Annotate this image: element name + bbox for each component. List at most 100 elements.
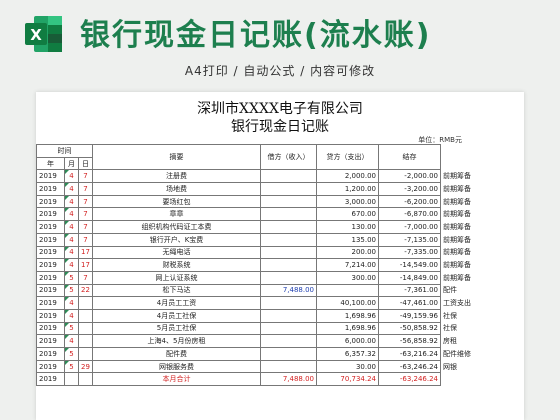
cell-summary[interactable]: 4月员工工资 <box>92 296 261 310</box>
summary-balance[interactable]: -63,246.24 <box>378 372 441 387</box>
table-row[interactable]: 2019 5 29 网银服务费 30.00 -63,246.24 网银 <box>36 359 481 374</box>
cell-year[interactable]: 2019 <box>36 334 65 348</box>
table-row[interactable]: 2019 4 7 注册费 2,000.00 -2,000.00 前期筹备 <box>36 169 481 184</box>
table-row[interactable]: 2019 4 4月员工工资 40,100.00 -47,461.00 工资支出 <box>36 296 481 310</box>
table-row[interactable]: 2019 4 7 银行开户、K宝费 135.00 -7,135.00 前期筹备 <box>36 232 481 247</box>
table-row[interactable]: 2019 4 7 章章 670.00 -6,870.00 前期筹备 <box>36 207 481 222</box>
cell-month[interactable]: 4 <box>64 334 79 348</box>
cell-balance[interactable]: -14,549.00 <box>378 258 441 272</box>
cell-year[interactable]: 2019 <box>36 182 65 196</box>
cell-day[interactable]: 7 <box>78 182 93 196</box>
cell-debit[interactable] <box>260 296 317 310</box>
cell-summary[interactable]: 上海4、5月份房租 <box>92 334 261 348</box>
cell-balance[interactable]: -3,200.00 <box>378 182 441 196</box>
cell-summary[interactable]: 5月员工社保 <box>92 321 261 336</box>
summary-day[interactable] <box>78 372 93 387</box>
cell-debit[interactable] <box>260 169 317 184</box>
cell-day[interactable] <box>78 321 93 336</box>
cell-credit[interactable]: 3,000.00 <box>316 194 379 209</box>
cell-year[interactable]: 2019 <box>36 308 65 323</box>
cell-year[interactable]: 2019 <box>36 220 65 234</box>
cell-year[interactable]: 2019 <box>36 169 65 184</box>
table-row[interactable]: 2019 5 5月员工社保 1,698.96 -50,858.92 社保 <box>36 321 481 336</box>
cell-year[interactable]: 2019 <box>36 194 65 209</box>
cell-month[interactable]: 5 <box>64 347 79 361</box>
cell-summary[interactable]: 无绳电话 <box>92 245 261 260</box>
cell-month[interactable]: 5 <box>64 283 79 298</box>
cell-day[interactable] <box>78 308 93 323</box>
cell-debit[interactable] <box>260 232 317 247</box>
cell-year[interactable]: 2019 <box>36 258 65 272</box>
cell-summary[interactable]: 网上认证系统 <box>92 270 261 285</box>
cell-balance[interactable]: -7,000.00 <box>378 220 441 234</box>
cell-day[interactable]: 22 <box>78 283 93 298</box>
cell-month[interactable]: 4 <box>64 258 79 272</box>
cell-credit[interactable]: 135.00 <box>316 232 379 247</box>
cell-credit[interactable]: 40,100.00 <box>316 296 379 310</box>
cell-credit[interactable]: 7,214.00 <box>316 258 379 272</box>
cell-credit[interactable]: 300.00 <box>316 270 379 285</box>
cell-summary[interactable]: 场地费 <box>92 182 261 196</box>
cell-balance[interactable]: -63,216.24 <box>378 347 441 361</box>
cell-balance[interactable]: -6,200.00 <box>378 194 441 209</box>
cell-balance[interactable]: -47,461.00 <box>378 296 441 310</box>
cell-summary[interactable]: 要场红包 <box>92 194 261 209</box>
cell-debit[interactable] <box>260 347 317 361</box>
cell-month[interactable]: 4 <box>64 296 79 310</box>
summary-row[interactable]: 2019 本月合计 7,488.00 70,734.24 -63,246.24 <box>36 372 481 387</box>
cell-month[interactable]: 4 <box>64 245 79 260</box>
summary-credit[interactable]: 70,734.24 <box>316 372 379 387</box>
table-row[interactable]: 2019 4 4月员工社保 1,698.96 -49,159.96 社保 <box>36 308 481 323</box>
cell-credit[interactable]: 1,698.96 <box>316 321 379 336</box>
cell-month[interactable]: 4 <box>64 220 79 234</box>
cell-debit[interactable] <box>260 245 317 260</box>
cell-summary[interactable]: 银行开户、K宝费 <box>92 232 261 247</box>
cell-balance[interactable]: -14,849.00 <box>378 270 441 285</box>
cell-credit[interactable]: 670.00 <box>316 207 379 222</box>
cell-debit[interactable] <box>260 182 317 196</box>
cell-year[interactable]: 2019 <box>36 207 65 222</box>
cell-credit[interactable] <box>316 283 379 298</box>
cell-month[interactable]: 4 <box>64 169 79 184</box>
cell-summary[interactable]: 注册费 <box>92 169 261 184</box>
table-row[interactable]: 2019 4 7 组织机构代码证工本费 130.00 -7,000.00 前期筹备 <box>36 220 481 234</box>
table-row[interactable]: 2019 5 配件费 6,357.32 -63,216.24 配件维修 <box>36 347 481 361</box>
cell-month[interactable]: 4 <box>64 308 79 323</box>
cell-summary[interactable]: 财税系统 <box>92 258 261 272</box>
cell-day[interactable]: 7 <box>78 270 93 285</box>
cell-day[interactable]: 7 <box>78 232 93 247</box>
cell-credit[interactable]: 1,698.96 <box>316 308 379 323</box>
cell-day[interactable]: 7 <box>78 194 93 209</box>
cell-balance[interactable]: -49,159.96 <box>378 308 441 323</box>
summary-year[interactable]: 2019 <box>36 372 65 387</box>
cell-year[interactable]: 2019 <box>36 296 65 310</box>
cell-day[interactable]: 29 <box>78 359 93 374</box>
cell-year[interactable]: 2019 <box>36 321 65 336</box>
cell-credit[interactable]: 200.00 <box>316 245 379 260</box>
cell-credit[interactable]: 130.00 <box>316 220 379 234</box>
cell-balance[interactable]: -50,858.92 <box>378 321 441 336</box>
cell-credit[interactable]: 30.00 <box>316 359 379 374</box>
cell-summary[interactable]: 配件费 <box>92 347 261 361</box>
cell-year[interactable]: 2019 <box>36 270 65 285</box>
cell-debit[interactable] <box>260 321 317 336</box>
cell-debit[interactable] <box>260 308 317 323</box>
cell-debit[interactable] <box>260 258 317 272</box>
table-row[interactable]: 2019 4 7 场地费 1,200.00 -3,200.00 前期筹备 <box>36 182 481 196</box>
cell-day[interactable]: 7 <box>78 207 93 222</box>
cell-day[interactable] <box>78 296 93 310</box>
cell-balance[interactable]: -63,246.24 <box>378 359 441 374</box>
table-row[interactable]: 2019 4 7 要场红包 3,000.00 -6,200.00 前期筹备 <box>36 194 481 209</box>
cell-balance[interactable]: -7,135.00 <box>378 232 441 247</box>
cell-month[interactable]: 5 <box>64 359 79 374</box>
cell-credit[interactable]: 6,357.32 <box>316 347 379 361</box>
table-row[interactable]: 2019 4 上海4、5月份房租 6,000.00 -56,858.92 房租 <box>36 334 481 348</box>
cell-day[interactable]: 7 <box>78 169 93 184</box>
cell-debit[interactable] <box>260 270 317 285</box>
cell-summary[interactable]: 章章 <box>92 207 261 222</box>
cell-summary[interactable]: 松下马达 <box>92 283 261 298</box>
cell-debit[interactable] <box>260 334 317 348</box>
cell-summary[interactable]: 组织机构代码证工本费 <box>92 220 261 234</box>
cell-day[interactable] <box>78 334 93 348</box>
cell-debit[interactable]: 7,488.00 <box>260 283 317 298</box>
